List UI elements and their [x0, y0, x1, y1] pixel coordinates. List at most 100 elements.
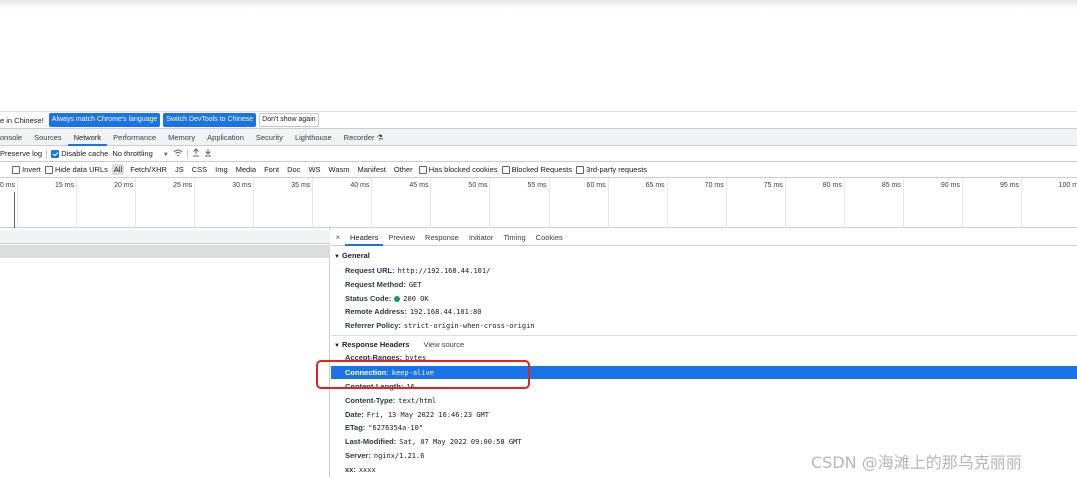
hide-data-urls-checkbox[interactable] [44, 166, 53, 174]
general-section-toggle[interactable]: ▼ General [334, 251, 370, 260]
header-row[interactable]: Content-Type: text/html [345, 394, 436, 407]
switch-to-chinese-button[interactable]: Switch DevTools to Chinese [163, 113, 257, 127]
preserve-log-label[interactable]: Preserve log [0, 149, 42, 158]
third-party-option[interactable]: 3rd-party requests [576, 165, 647, 174]
header-row[interactable]: Accept-Ranges: bytes [345, 351, 426, 364]
timeline-gridline [371, 178, 373, 228]
response-headers-title: Response Headers [341, 340, 410, 349]
filter-all[interactable]: All [111, 164, 125, 175]
tab-memory[interactable]: Memory [162, 129, 201, 146]
disable-cache-option[interactable]: Disable cache [51, 149, 108, 158]
disable-cache-checkbox[interactable] [51, 150, 60, 158]
header-row[interactable]: Remote Address: 192.168.44.101:80 [345, 305, 481, 318]
filter-doc[interactable]: Doc [285, 164, 302, 175]
invert-checkbox[interactable] [12, 166, 20, 174]
filter-wasm[interactable]: Wasm [327, 164, 352, 175]
tab-lighthouse[interactable]: Lighthouse [289, 129, 338, 146]
header-row[interactable]: Server: nginx/1.21.6 [345, 449, 424, 462]
tab-response[interactable]: Response [420, 230, 464, 246]
header-value: 200 OK [403, 295, 429, 303]
header-row[interactable]: Referrer Policy: strict-origin-when-cross… [345, 319, 535, 332]
timeline-gridline [489, 178, 491, 228]
has-blocked-cookies-label: Has blocked cookies [428, 164, 498, 174]
response-headers-toggle[interactable]: ▼ Response Headers [334, 340, 409, 349]
disable-cache-label: Disable cache [61, 148, 109, 158]
tab-network[interactable]: Network [67, 129, 108, 146]
header-row[interactable]: xx: xxxx [345, 463, 376, 476]
timeline-tick-label: 65 ms [645, 182, 665, 189]
has-blocked-cookies-option[interactable]: Has blocked cookies [418, 164, 498, 174]
header-row[interactable]: Request URL: http://192.168.44.101/ [345, 264, 490, 277]
table-row[interactable] [0, 245, 330, 258]
download-icon[interactable] [204, 148, 212, 159]
tab-headers[interactable]: Headers [345, 230, 384, 246]
filter-media[interactable]: Media [234, 164, 258, 175]
timeline-tick-label: 60 ms [586, 182, 606, 189]
language-infobar: e in Chinese! Always match Chrome's lang… [0, 111, 1077, 128]
timeline-tick-label: 100 m [1058, 182, 1077, 189]
timeline-gridline [902, 178, 904, 228]
triangle-down-icon: ▼ [334, 254, 340, 260]
filter-manifest[interactable]: Manifest [356, 164, 388, 175]
header-key: Content-Type: [345, 396, 396, 405]
wifi-icon[interactable] [173, 149, 183, 159]
header-value: strict-origin-when-cross-origin [403, 322, 535, 330]
filter-css[interactable]: CSS [190, 164, 209, 175]
header-value: nginx/1.21.6 [373, 452, 425, 460]
header-key: xx: [345, 465, 356, 474]
third-party-checkbox[interactable] [576, 166, 585, 174]
header-value: text/html [398, 397, 437, 405]
header-value: http://192.168.44.101/ [397, 267, 491, 275]
filter-ws[interactable]: WS [306, 164, 322, 175]
header-value: Fri, 13 May 2022 16:46:23 GMT [366, 411, 489, 419]
tab-sources[interactable]: Sources [28, 129, 68, 146]
tab-preview[interactable]: Preview [383, 230, 420, 246]
header-row[interactable]: Date: Fri, 13 May 2022 16:46:23 GMT [345, 408, 489, 421]
header-row[interactable]: Status Code: 200 OK [345, 292, 429, 305]
tab-initiator[interactable]: Initiator [464, 230, 499, 246]
timeline-overview[interactable]: 0 ms 15 ms 20 ms 25 ms 30 ms 35 ms 40 ms 45 ms 5… [0, 178, 1077, 228]
tab-recorder[interactable]: Recorder ⚗ [338, 129, 390, 146]
filter-js[interactable]: JS [173, 164, 186, 175]
header-key: Remote Address: [345, 307, 407, 316]
hide-data-urls-label: Hide data URLs [54, 164, 108, 174]
header-row[interactable]: Last-Modified: Sat, 07 May 2022 09:00:58 … [345, 435, 521, 448]
tab-cookies[interactable]: Cookies [531, 230, 568, 246]
header-row-connection[interactable]: Connection: keep-alive [331, 366, 1077, 379]
filter-font[interactable]: Font [262, 164, 281, 175]
upload-icon[interactable] [192, 148, 200, 159]
filter-bar: Invert Hide data URLs All Fetch/XHR JS C… [0, 162, 1077, 178]
header-row[interactable]: Request Method: GET [345, 278, 422, 291]
flask-icon: ⚗ [376, 132, 384, 142]
tab-performance[interactable]: Performance [107, 129, 162, 146]
filter-other[interactable]: Other [392, 164, 415, 175]
header-key: Request Method: [345, 280, 406, 289]
dont-show-again-button[interactable]: Don't show again [259, 113, 319, 127]
always-match-language-button[interactable]: Always match Chrome's language [48, 113, 161, 127]
timeline-gridline [843, 178, 845, 228]
timeline-tick-label: 55 ms [527, 182, 547, 189]
timeline-tick-label: 30 ms [232, 182, 252, 189]
tab-console[interactable]: onsole [0, 129, 28, 146]
header-row[interactable]: ETag: "6276354a-10" [345, 421, 423, 434]
timeline-tick-label: 70 ms [704, 182, 724, 189]
filter-fetch-xhr[interactable]: Fetch/XHR [128, 164, 169, 175]
invert-option[interactable]: Invert [12, 165, 41, 174]
blocked-requests-checkbox[interactable] [501, 166, 510, 174]
toolbar-divider [186, 148, 188, 159]
header-value: 16 [406, 383, 415, 391]
header-key: ETag: [345, 423, 366, 432]
view-source-link[interactable]: View source [423, 340, 464, 349]
header-row[interactable]: Content-Length: 16 [345, 380, 415, 393]
tab-application[interactable]: Application [201, 129, 250, 146]
hide-data-urls-option[interactable]: Hide data URLs [44, 164, 108, 174]
filter-img[interactable]: Img [213, 164, 230, 175]
blocked-requests-option[interactable]: Blocked Requests [501, 165, 572, 174]
invert-label: Invert [22, 164, 41, 174]
throttling-select[interactable]: No throttling ▼ [112, 149, 168, 158]
response-headers-section: ▼ Response Headers View source [334, 340, 464, 349]
close-icon[interactable]: × [331, 233, 345, 242]
has-blocked-cookies-checkbox[interactable] [418, 166, 427, 174]
tab-timing[interactable]: Timing [498, 230, 530, 246]
tab-security[interactable]: Security [250, 129, 289, 146]
